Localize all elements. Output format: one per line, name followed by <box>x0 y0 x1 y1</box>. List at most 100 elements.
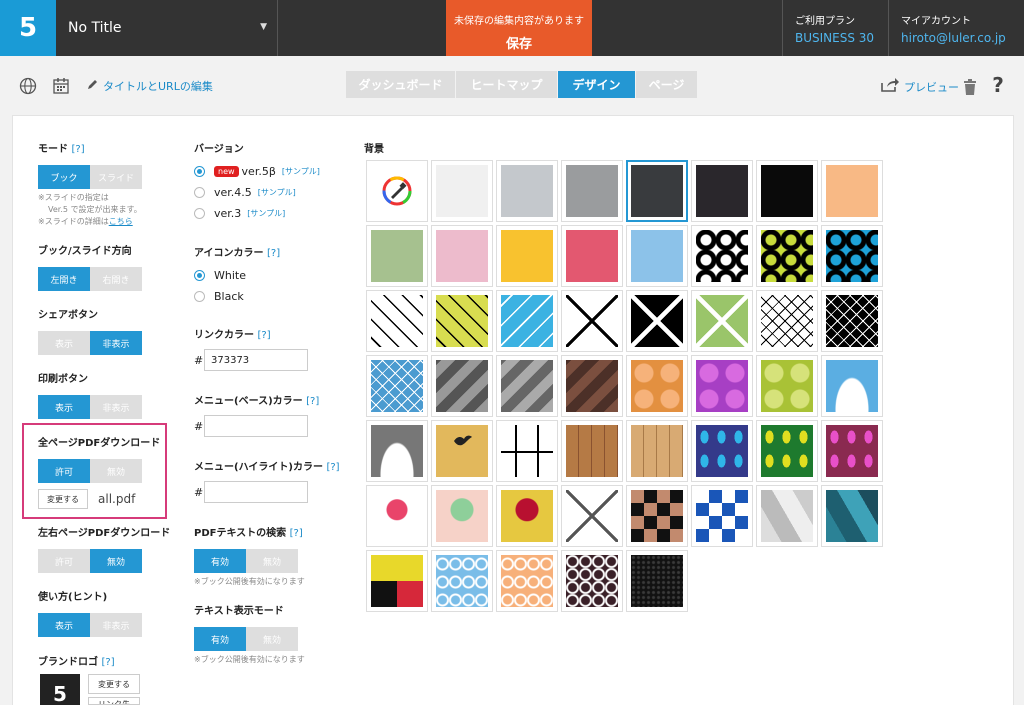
help-icon[interactable]: ? <box>988 73 1008 97</box>
background-tile[interactable] <box>496 160 558 222</box>
background-tile[interactable] <box>496 485 558 547</box>
background-tile[interactable] <box>561 225 623 287</box>
preview-link[interactable]: プレビュー <box>880 77 959 96</box>
background-tile[interactable] <box>626 420 688 482</box>
background-tile[interactable] <box>821 485 883 547</box>
icon-color-white-option[interactable]: White <box>194 269 280 282</box>
background-tile[interactable] <box>756 225 818 287</box>
background-tile[interactable] <box>756 290 818 352</box>
share-show-button[interactable]: 表示 <box>38 331 90 355</box>
radio-unselected[interactable] <box>194 187 205 198</box>
background-tile[interactable] <box>561 290 623 352</box>
background-tile[interactable] <box>366 225 428 287</box>
link-color-help-link[interactable]: [?] <box>257 330 270 341</box>
background-tile[interactable] <box>756 420 818 482</box>
all-pdf-disable-button[interactable]: 無効 <box>90 459 142 483</box>
background-tile[interactable] <box>691 290 753 352</box>
text-mode-disable-button[interactable]: 無効 <box>246 627 298 651</box>
background-tile[interactable] <box>431 420 493 482</box>
background-tile[interactable] <box>561 485 623 547</box>
print-show-button[interactable]: 表示 <box>38 395 90 419</box>
edit-title-url-link[interactable]: タイトルとURLの編集 <box>86 78 213 94</box>
background-tile[interactable] <box>561 355 623 417</box>
account-email[interactable]: hiroto@luler.co.jp <box>901 31 1024 45</box>
tab-design[interactable]: デザイン <box>558 71 636 98</box>
background-tile[interactable] <box>821 420 883 482</box>
background-tile[interactable] <box>496 550 558 612</box>
hint-hide-button[interactable]: 非表示 <box>90 613 142 637</box>
direction-left-button[interactable]: 左開き <box>38 267 90 291</box>
radio-unselected[interactable] <box>194 208 205 219</box>
background-tile[interactable] <box>626 485 688 547</box>
background-tile[interactable] <box>821 290 883 352</box>
background-tile[interactable] <box>431 225 493 287</box>
background-tile[interactable] <box>691 355 753 417</box>
background-tile[interactable] <box>756 355 818 417</box>
pdf-search-help-link[interactable]: [?] <box>290 528 303 539</box>
background-tile[interactable] <box>821 355 883 417</box>
background-tile[interactable] <box>756 485 818 547</box>
background-tile[interactable] <box>366 355 428 417</box>
lr-pdf-disable-button[interactable]: 無効 <box>90 549 142 573</box>
background-tile[interactable] <box>561 420 623 482</box>
background-tile[interactable] <box>821 225 883 287</box>
background-tile[interactable] <box>756 160 818 222</box>
pdf-search-disable-button[interactable]: 無効 <box>246 549 298 573</box>
version-sample-link-45[interactable]: [サンプル] <box>258 187 296 198</box>
globe-icon[interactable] <box>18 76 38 96</box>
background-tile[interactable] <box>431 550 493 612</box>
tab-dashboard[interactable]: ダッシュボード <box>346 71 456 98</box>
mode-book-button[interactable]: ブック <box>38 165 90 189</box>
menu-highlight-color-input[interactable] <box>204 481 308 503</box>
print-hide-button[interactable]: 非表示 <box>90 395 142 419</box>
background-tile[interactable] <box>496 225 558 287</box>
app-logo[interactable]: 5 <box>0 0 56 56</box>
brand-logo-change-button[interactable]: 変更する <box>88 674 140 694</box>
background-tile[interactable] <box>691 225 753 287</box>
plan-value[interactable]: BUSINESS 30 <box>795 31 888 45</box>
version-option-3[interactable]: ver.3 [サンプル] <box>194 207 320 220</box>
radio-selected[interactable] <box>194 166 205 177</box>
background-tile[interactable] <box>431 355 493 417</box>
hint-show-button[interactable]: 表示 <box>38 613 90 637</box>
version-option-45[interactable]: ver.4.5 [サンプル] <box>194 186 320 199</box>
background-tile[interactable] <box>431 290 493 352</box>
background-tile[interactable] <box>561 160 623 222</box>
tab-heatmap[interactable]: ヒートマップ <box>456 71 558 98</box>
share-hide-button[interactable]: 非表示 <box>90 331 142 355</box>
calendar-icon[interactable] <box>51 76 71 96</box>
brand-logo-help-link[interactable]: [?] <box>101 657 114 668</box>
background-tile[interactable] <box>691 485 753 547</box>
background-tile-color-picker[interactable] <box>366 160 428 222</box>
menu-base-color-help-link[interactable]: [?] <box>306 396 319 407</box>
version-sample-link-3[interactable]: [サンプル] <box>247 208 285 219</box>
version-option-5b[interactable]: new ver.5β [サンプル] <box>194 165 320 178</box>
background-tile[interactable] <box>496 290 558 352</box>
all-pdf-allow-button[interactable]: 許可 <box>38 459 90 483</box>
background-tile[interactable] <box>431 160 493 222</box>
background-tile[interactable] <box>626 225 688 287</box>
icon-color-help-link[interactable]: [?] <box>267 248 280 259</box>
background-tile[interactable] <box>366 290 428 352</box>
mode-help-link[interactable]: [?] <box>71 144 84 155</box>
icon-color-black-option[interactable]: Black <box>194 290 280 303</box>
version-sample-link-5b[interactable]: [サンプル] <box>282 166 320 177</box>
direction-right-button[interactable]: 右開き <box>90 267 142 291</box>
background-tile[interactable] <box>691 420 753 482</box>
background-tile[interactable] <box>821 160 883 222</box>
all-pdf-change-button[interactable]: 変更する <box>38 489 88 509</box>
menu-base-color-input[interactable] <box>204 415 308 437</box>
background-tile[interactable] <box>366 485 428 547</box>
text-mode-enable-button[interactable]: 有効 <box>194 627 246 651</box>
background-tile[interactable] <box>431 485 493 547</box>
menu-highlight-color-help-link[interactable]: [?] <box>326 462 339 473</box>
radio-unselected[interactable] <box>194 291 205 302</box>
background-tile[interactable] <box>496 420 558 482</box>
tab-pages[interactable]: ページ <box>636 71 698 98</box>
account-info[interactable]: マイアカウント hiroto@luler.co.jp <box>888 0 1024 56</box>
lr-pdf-allow-button[interactable]: 許可 <box>38 549 90 573</box>
plan-info[interactable]: ご利用プラン BUSINESS 30 <box>782 0 888 56</box>
background-tile-selected[interactable] <box>626 160 688 222</box>
brand-logo-link-button[interactable]: リンク先 <box>88 697 140 705</box>
background-tile[interactable] <box>626 290 688 352</box>
